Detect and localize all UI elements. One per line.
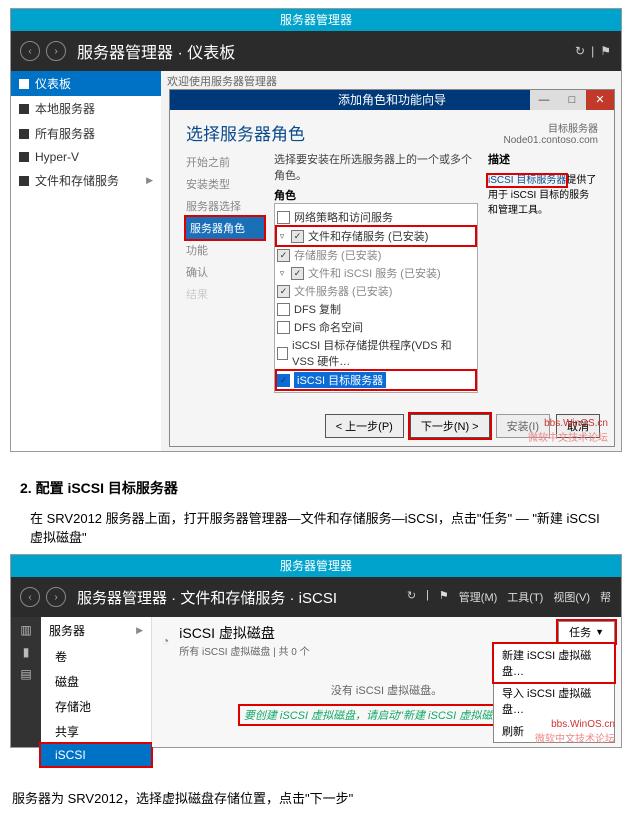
watermark: bbs.WinOS.cn <box>535 719 615 730</box>
rail-icon[interactable]: ▮ <box>23 645 30 659</box>
checkbox[interactable] <box>277 211 290 224</box>
nav-file[interactable]: 文件和存储服务▶ <box>11 168 161 193</box>
nav-fwd-icon[interactable]: › <box>46 41 66 61</box>
header-band: ‹ › 服务器管理器 · 仪表板 ↻ | ⚑ <box>11 31 621 71</box>
menu-manage[interactable]: 管理(M) <box>459 589 498 605</box>
watermark: bbs.WinOS.cn <box>528 418 608 429</box>
checkbox[interactable] <box>277 249 290 262</box>
roles-label: 角色 <box>274 187 478 203</box>
left-nav: 仪表板 本地服务器 所有服务器 Hyper-V 文件和存储服务▶ <box>11 71 161 451</box>
screenshot-2: 服务器管理器 ‹ › 服务器管理器 · 文件和存储服务 · iSCSI ↻|⚑ … <box>10 554 622 748</box>
prev-button[interactable]: < 上一步(P) <box>325 414 404 438</box>
subnav-header[interactable]: 服务器▶ <box>41 617 151 644</box>
desc-link: iSCSI 目标服务器 <box>488 175 566 186</box>
step-roles[interactable]: 服务器角色 <box>186 217 264 239</box>
doc-step-footer: 服务器为 SRV2012，选择虚拟磁盘存储位置，点击"下一步" <box>12 788 604 807</box>
task-import[interactable]: 导入 iSCSI 虚拟磁盘… <box>494 682 614 720</box>
watermark: 微软中文技术论坛 <box>535 730 615 745</box>
checkbox[interactable] <box>277 347 288 360</box>
step-confirm[interactable]: 确认 <box>186 261 264 283</box>
app-titlebar: 服务器管理器 <box>11 555 621 577</box>
subnav-pool[interactable]: 存储池 <box>41 694 151 719</box>
menu-tools[interactable]: 工具(T) <box>507 589 543 605</box>
rail-icon[interactable]: ▥ <box>20 623 31 637</box>
desc-label: 描述 <box>488 151 598 167</box>
checkbox[interactable] <box>291 267 304 280</box>
checkbox[interactable] <box>277 393 290 394</box>
refresh-icon[interactable]: ↻ <box>575 44 585 58</box>
breadcrumb: 服务器管理器 · 文件和存储服务 · iSCSI <box>77 587 337 608</box>
checkbox[interactable] <box>277 285 290 298</box>
nav-back-icon[interactable]: ‹ <box>20 587 40 607</box>
menu-view[interactable]: 视图(V) <box>553 589 590 605</box>
menu-help[interactable]: 帮 <box>600 589 611 605</box>
nav-fwd-icon[interactable]: › <box>46 587 66 607</box>
subnav-share[interactable]: 共享 <box>41 719 151 744</box>
doc-step-body: 在 SRV2012 服务器上面，打开服务器管理器—文件和存储服务—iSCSI，点… <box>30 508 604 546</box>
nav-back-icon[interactable]: ‹ <box>20 41 40 61</box>
app-titlebar: 服务器管理器 <box>11 9 621 31</box>
dest-value: Node01.contoso.com <box>503 135 598 146</box>
nav-all[interactable]: 所有服务器 <box>11 121 161 146</box>
step-type[interactable]: 安装类型 <box>186 173 264 195</box>
step-before[interactable]: 开始之前 <box>186 151 264 173</box>
wizard-instruction: 选择要安装在所选服务器上的一个或多个角色。 <box>274 151 478 183</box>
panel-subtitle: 所有 iSCSI 虚拟磁盘 | 共 0 个 <box>179 647 309 658</box>
next-button[interactable]: 下一步(N) > <box>410 414 490 438</box>
maximize-button[interactable]: □ <box>558 90 586 110</box>
roles-tree[interactable]: 网络策略和访问服务 ▿文件和存储服务 (已安装) 存储服务 (已安装) ▿文件和… <box>274 203 478 393</box>
panel-title: iSCSI 虚拟磁盘 <box>179 625 275 641</box>
rail-icon[interactable]: ▤ <box>20 667 31 681</box>
close-button[interactable]: ✕ <box>586 90 614 110</box>
divider: | <box>591 44 594 58</box>
breadcrumb: 服务器管理器 · 仪表板 <box>77 39 235 63</box>
wizard-dialog: 添加角色和功能向导 — □ ✕ 目标服务器 Node01.contoso.com… <box>169 89 615 447</box>
subnav-iscsi[interactable]: iSCSI <box>41 744 151 766</box>
header-band: ‹ › 服务器管理器 · 文件和存储服务 · iSCSI ↻|⚑ 管理(M) 工… <box>11 577 621 617</box>
nav-dashboard[interactable]: 仪表板 <box>11 71 161 96</box>
tasks-button[interactable]: 任务 ▼ <box>558 621 615 643</box>
dest-label: 目标服务器 <box>503 120 598 135</box>
sub-nav: 服务器▶ 卷 磁盘 存储池 共享 iSCSI <box>41 617 152 747</box>
app-title: 服务器管理器 <box>280 13 352 27</box>
wizard-steps: 开始之前 安装类型 服务器选择 服务器角色 功能 确认 结果 <box>186 151 264 393</box>
hint-link[interactable]: 要创建 iSCSI 虚拟磁盘，请启动"新建 iSCSI 虚拟磁盘"向导 <box>240 706 533 724</box>
checkbox[interactable] <box>277 321 290 334</box>
task-new[interactable]: 新建 iSCSI 虚拟磁盘… <box>494 644 614 682</box>
chevron-down-icon: ▼ <box>595 627 604 637</box>
checkbox[interactable] <box>277 303 290 316</box>
subnav-vol[interactable]: 卷 <box>41 644 151 669</box>
step-features[interactable]: 功能 <box>186 239 264 261</box>
doc-step-title: 2. 配置 iSCSI 目标服务器 <box>20 478 614 498</box>
flag-icon[interactable]: ⚑ <box>600 44 611 58</box>
step-server[interactable]: 服务器选择 <box>186 195 264 217</box>
checkbox[interactable] <box>291 230 304 243</box>
app-title: 服务器管理器 <box>280 559 352 573</box>
main-panel: ◔ iSCSI 虚拟磁盘 所有 iSCSI 虚拟磁盘 | 共 0 个 任务 ▼ … <box>152 617 621 747</box>
left-rail: ▥ ▮ ▤ <box>11 617 41 747</box>
nav-local[interactable]: 本地服务器 <box>11 96 161 121</box>
minimize-button[interactable]: — <box>530 90 558 110</box>
checkbox[interactable] <box>277 374 290 387</box>
wizard-titlebar: 添加角色和功能向导 — □ ✕ <box>170 90 614 110</box>
nav-hyperv[interactable]: Hyper-V <box>11 146 161 168</box>
disk-icon: ◔ <box>162 634 169 648</box>
step-results: 结果 <box>186 283 264 305</box>
subnav-disk[interactable]: 磁盘 <box>41 669 151 694</box>
screenshot-1: 服务器管理器 ‹ › 服务器管理器 · 仪表板 ↻ | ⚑ 仪表板 本地服务器 … <box>10 8 622 452</box>
watermark: 微软中文技术论坛 <box>528 429 608 444</box>
